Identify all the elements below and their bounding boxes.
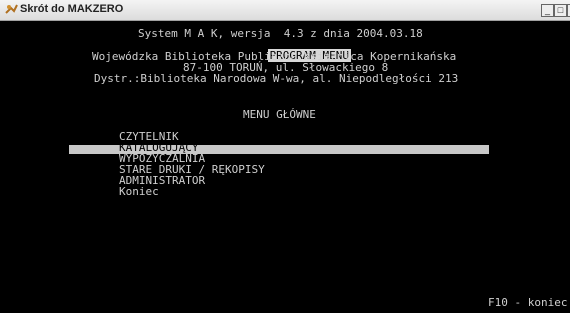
- menu-item-koniec[interactable]: Koniec: [119, 186, 159, 197]
- console-area: System M A K, wersja 4.3 z dnia 2004.03.…: [0, 21, 570, 313]
- footer-hint: F10 - koniec: [488, 296, 568, 309]
- distributor-line: Dystr.:Biblioteka Narodowa W-wa, al. Nie…: [94, 72, 459, 85]
- window-title: Skrót do MAKZERO: [20, 3, 124, 15]
- system-version-line: System M A K, wersja 4.3 z dnia 2004.03.…: [138, 27, 423, 40]
- maximize-button[interactable]: □: [554, 4, 567, 17]
- window-titlebar: Skrót do MAKZERO _ □ x: [0, 0, 570, 21]
- main-menu-title: MENU GŁÓWNE: [243, 108, 316, 121]
- minimize-button[interactable]: _: [541, 4, 554, 17]
- app-icon: [5, 4, 18, 14]
